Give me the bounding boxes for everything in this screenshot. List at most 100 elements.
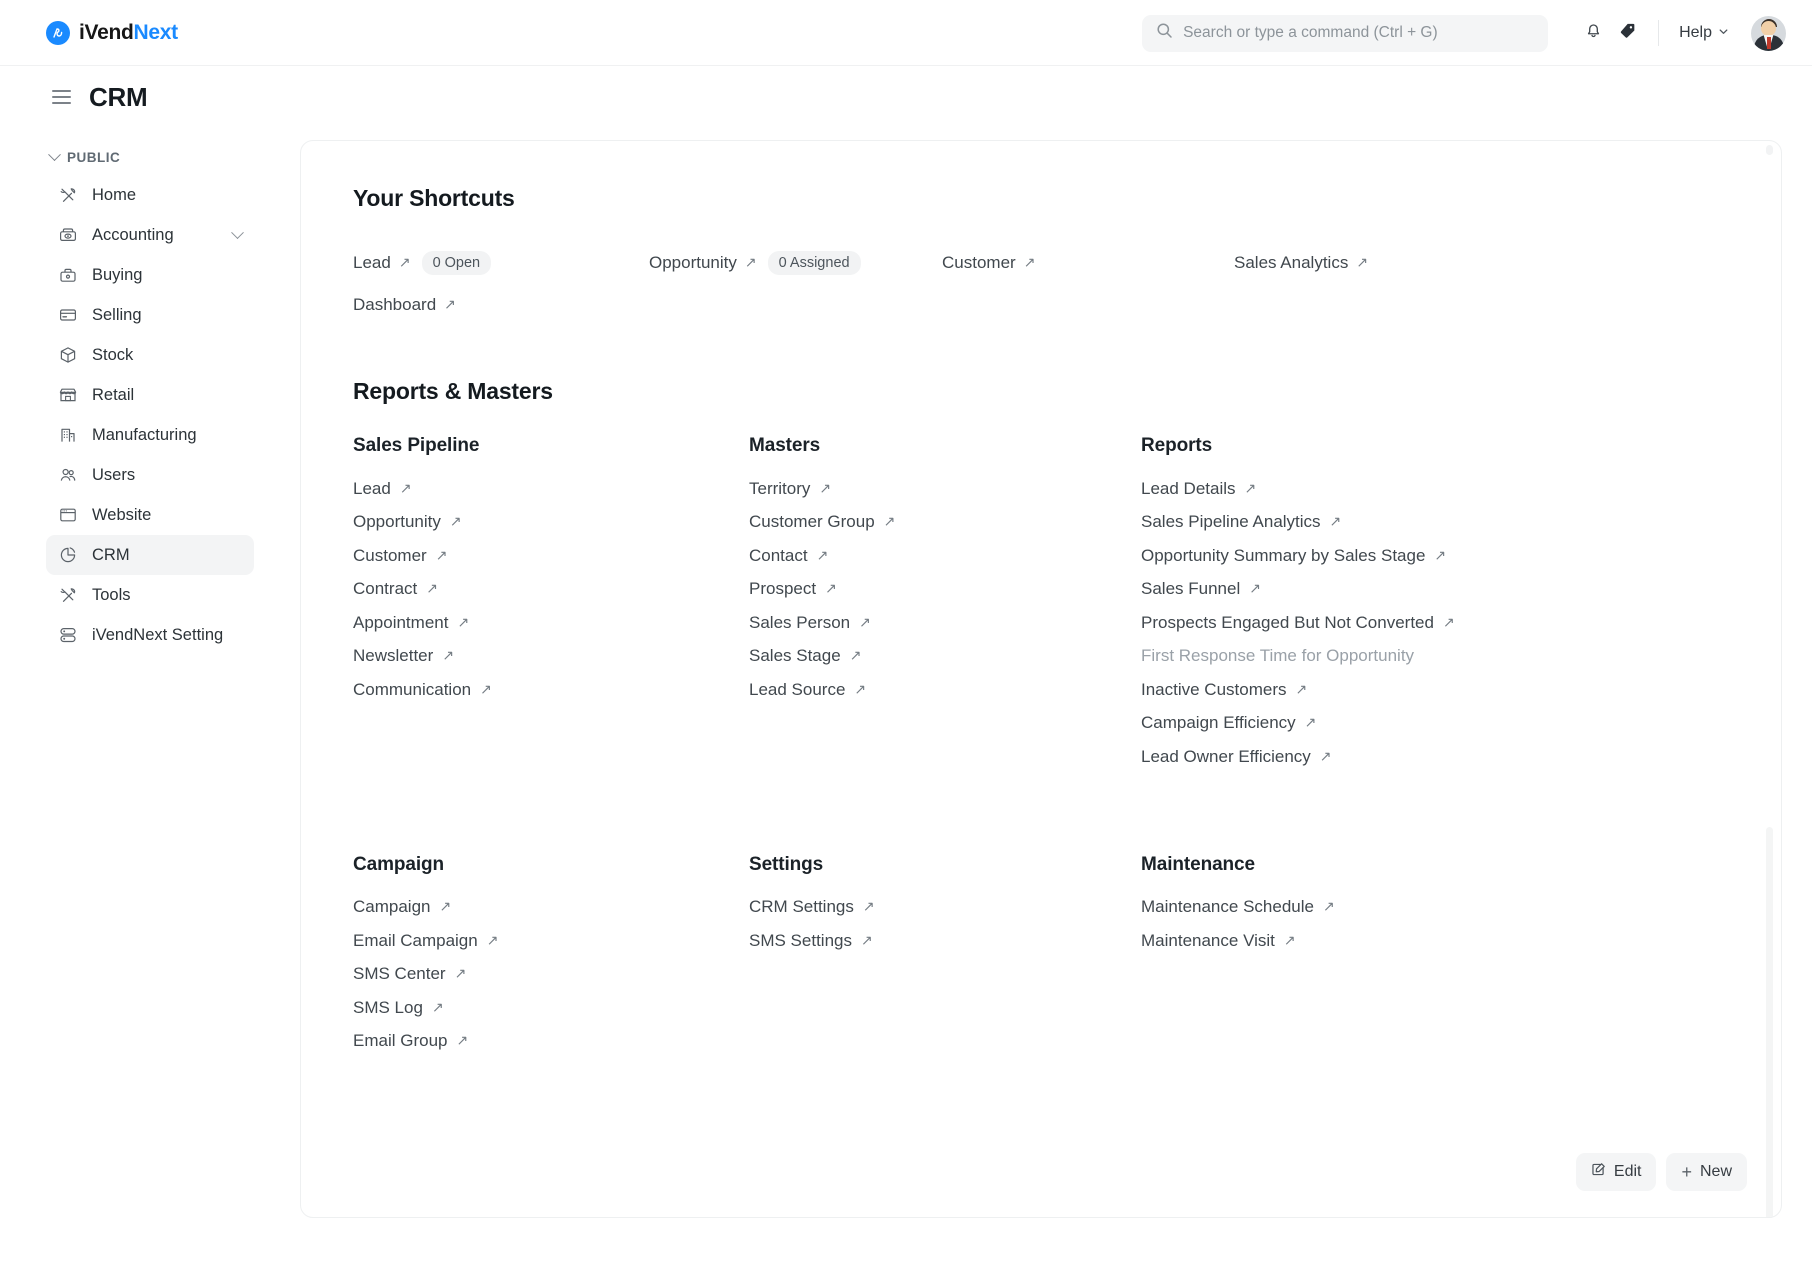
brand-logo[interactable]: iVendNext (46, 20, 178, 45)
brand-primary: iVend (79, 20, 134, 44)
sidebar-item-users[interactable]: Users (46, 455, 254, 495)
sidebar-item-buying[interactable]: Buying (46, 255, 254, 295)
sidebar-item-retail[interactable]: Retail (46, 375, 254, 415)
link-campaign-efficiency[interactable]: Campaign Efficiency ↗ (1141, 707, 1316, 741)
link-campaign[interactable]: Campaign ↗ (353, 891, 451, 925)
link-sms-center[interactable]: SMS Center ↗ (353, 958, 466, 992)
link-lead-details[interactable]: Lead Details ↗ (1141, 472, 1256, 506)
sidebar-item-manufacturing[interactable]: Manufacturing (46, 415, 254, 455)
sidebar-item-crm[interactable]: CRM (46, 535, 254, 575)
link-opportunity-summary-by-sales-stage[interactable]: Opportunity Summary by Sales Stage ↗ (1141, 539, 1446, 573)
link-sales-funnel[interactable]: Sales Funnel ↗ (1141, 573, 1261, 607)
search-icon (1156, 22, 1173, 44)
link-label: Sales Funnel (1141, 579, 1241, 599)
link-crm-settings[interactable]: CRM Settings ↗ (749, 891, 875, 925)
link-maintenance-schedule[interactable]: Maintenance Schedule ↗ (1141, 891, 1335, 925)
shortcut-badge: 0 Open (421, 251, 492, 275)
link-label: Opportunity (353, 512, 441, 532)
link-label: Lead (353, 478, 391, 498)
link-prospects-engaged-but-not-converted[interactable]: Prospects Engaged But Not Converted ↗ (1141, 606, 1455, 640)
link-lead-owner-efficiency[interactable]: Lead Owner Efficiency ↗ (1141, 740, 1332, 774)
external-link-arrow-icon: ↗ (744, 254, 757, 270)
shortcut-lead[interactable]: Lead ↗ 0 Open (353, 242, 492, 284)
link-label: Lead Source (749, 679, 846, 699)
link-prospect[interactable]: Prospect ↗ (749, 573, 837, 607)
sidebar-item-selling[interactable]: Selling (46, 295, 254, 335)
shortcut-label: Lead (353, 253, 391, 272)
link-communication[interactable]: Communication ↗ (353, 673, 492, 707)
link-customer-group[interactable]: Customer Group ↗ (749, 506, 895, 540)
scrollbar-thumb-top[interactable] (1766, 145, 1773, 155)
pie-chart-icon (58, 545, 78, 565)
global-search[interactable] (1142, 14, 1549, 52)
link-email-campaign[interactable]: Email Campaign ↗ (353, 924, 498, 958)
shortcut-sales-analytics[interactable]: Sales Analytics ↗ (1234, 242, 1368, 284)
sidebar-item-tools[interactable]: Tools (46, 575, 254, 615)
link-label: Customer (353, 545, 427, 565)
link-sales-stage[interactable]: Sales Stage ↗ (749, 640, 861, 674)
sidebar-item-accounting[interactable]: Accounting (46, 215, 254, 255)
section-links: Maintenance Schedule ↗ Maintenance Visit ↗ (1119, 891, 1729, 958)
section-masters: Masters Territory ↗ Customer Group ↗ Contact ↗… (727, 435, 1119, 774)
sidebar-group-public[interactable]: PUBLIC (46, 144, 254, 171)
shortcut-opportunity[interactable]: Opportunity ↗ 0 Assigned (649, 242, 861, 284)
section-heading: Sales Pipeline (353, 435, 480, 456)
avatar[interactable] (1751, 15, 1786, 51)
chevron-down-icon (48, 148, 61, 162)
sidebar-item-home[interactable]: Home (46, 175, 254, 215)
section-links: Lead ↗ Opportunity ↗ Customer ↗ Contract ↗ Appoi… (331, 472, 727, 707)
link-customer[interactable]: Customer ↗ (353, 539, 447, 573)
external-link-arrow-icon: ↗ (1249, 580, 1261, 597)
workspace-card: Your Shortcuts Lead ↗ 0 Open Opportunity ↗ 0 … (300, 140, 1782, 1218)
section-campaign: Campaign Campaign ↗ Email Campaign ↗ SMS Cent… (331, 854, 727, 1059)
link-newsletter[interactable]: Newsletter ↗ (353, 640, 454, 674)
sidebar-item-label: Home (92, 185, 137, 204)
sections-row-1: Sales Pipeline Lead ↗ Opportunity ↗ Customer ↗… (331, 435, 1729, 774)
hamburger-menu-icon[interactable] (52, 86, 71, 107)
tag-icon (1618, 21, 1637, 45)
edit-button[interactable]: Edit (1575, 1153, 1657, 1191)
external-link-arrow-icon: ↗ (449, 513, 462, 530)
external-link-arrow-icon: ↗ (1295, 680, 1308, 697)
shortcut-dashboard[interactable]: Dashboard ↗ (353, 284, 456, 326)
link-contact[interactable]: Contact ↗ (749, 539, 828, 573)
external-link-arrow-icon: ↗ (454, 965, 467, 982)
link-sales-person[interactable]: Sales Person ↗ (749, 606, 871, 640)
link-sales-pipeline-analytics[interactable]: Sales Pipeline Analytics ↗ (1141, 506, 1341, 540)
sidebar-item-label: Website (92, 505, 152, 524)
link-first-response-time-for-opportunity[interactable]: First Response Time for Opportunity (1141, 640, 1414, 674)
link-lead-source[interactable]: Lead Source ↗ (749, 673, 866, 707)
chevron-down-icon[interactable] (231, 225, 244, 239)
sidebar-item-ivendnext-setting[interactable]: iVendNext Setting (46, 615, 254, 655)
link-appointment[interactable]: Appointment ↗ (353, 606, 469, 640)
scrollbar-thumb[interactable] (1766, 827, 1773, 1217)
link-lead[interactable]: Lead ↗ (353, 472, 412, 506)
link-email-group[interactable]: Email Group ↗ (353, 1025, 468, 1059)
link-maintenance-visit[interactable]: Maintenance Visit ↗ (1141, 924, 1296, 958)
notifications-button[interactable] (1576, 16, 1610, 50)
sidebar-item-stock[interactable]: Stock (46, 335, 254, 375)
link-inactive-customers[interactable]: Inactive Customers ↗ (1141, 673, 1307, 707)
link-sms-log[interactable]: SMS Log ↗ (353, 991, 444, 1025)
link-contract[interactable]: Contract ↗ (353, 573, 438, 607)
sidebar-item-website[interactable]: Website (46, 495, 254, 535)
sections-row-2: Campaign Campaign ↗ Email Campaign ↗ SMS Cent… (331, 854, 1729, 1059)
shortcut-customer[interactable]: Customer ↗ (942, 242, 1035, 284)
chevron-down-icon (1718, 24, 1729, 42)
card-scrollbar[interactable] (1766, 145, 1773, 1217)
external-link-arrow-icon: ↗ (431, 998, 444, 1015)
link-sms-settings[interactable]: SMS Settings ↗ (749, 924, 873, 958)
shortcut-label: Sales Analytics (1234, 253, 1349, 272)
external-link-arrow-icon: ↗ (1442, 613, 1455, 630)
external-link-arrow-icon: ↗ (480, 680, 492, 697)
help-menu[interactable]: Help (1673, 24, 1735, 42)
search-input[interactable] (1183, 24, 1535, 42)
new-button[interactable]: + New (1666, 1153, 1747, 1191)
sidebar: PUBLIC Home Accounting Buying Selling Stock R… (0, 128, 300, 1283)
tags-button[interactable] (1610, 16, 1644, 50)
link-label: Lead Details (1141, 478, 1236, 498)
link-territory[interactable]: Territory ↗ (749, 472, 831, 506)
edit-button-label: Edit (1613, 1163, 1642, 1180)
brand-mark-icon (46, 20, 70, 45)
link-opportunity[interactable]: Opportunity ↗ (353, 506, 462, 540)
